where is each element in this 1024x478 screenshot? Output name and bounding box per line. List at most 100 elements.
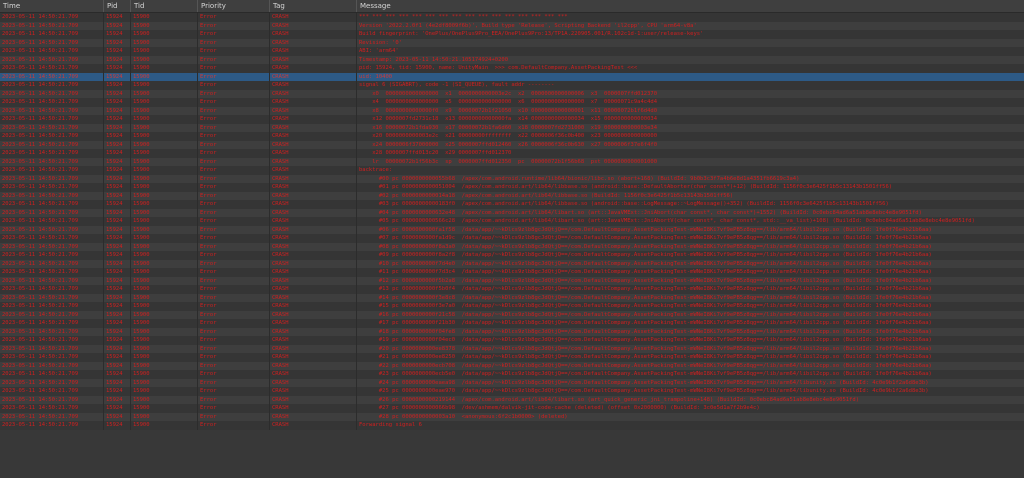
log-row[interactable]: 2023-05-11 14:50:21.709 15924 15900 Error CR… [0, 98, 1024, 107]
log-row[interactable]: 2023-05-11 14:50:21.709 15924 15900 Error CR… [0, 285, 1024, 294]
time-cell: 2023-05-11 14:50:21.709 [0, 30, 104, 39]
column-header-tid[interactable]: Tid [131, 0, 198, 12]
tid-cell: 15900 [131, 370, 198, 379]
log-row[interactable]: 2023-05-11 14:50:21.709 15924 15900 Error CR… [0, 353, 1024, 362]
log-row[interactable]: 2023-05-11 14:50:21.709 15924 15900 Error CR… [0, 378, 1024, 387]
priority-cell: Error [198, 285, 270, 294]
log-row[interactable]: 2023-05-11 14:50:21.709 15924 15900 Error CR… [0, 361, 1024, 370]
tag-cell: CRASH [270, 361, 357, 370]
tag-cell: CRASH [270, 251, 357, 260]
log-row[interactable]: 2023-05-11 14:50:21.709 15924 15900 Error CR… [0, 251, 1024, 260]
tag-cell: CRASH [270, 404, 357, 413]
tag-cell: CRASH [270, 38, 357, 47]
log-row[interactable]: 2023-05-11 14:50:21.709 15924 15900 Error CR… [0, 234, 1024, 243]
pid-cell: 15924 [104, 259, 131, 268]
time-cell: 2023-05-11 14:50:21.709 [0, 72, 104, 81]
log-row[interactable]: 2023-05-11 14:50:21.709 15924 15900 Error CR… [0, 268, 1024, 277]
tid-cell: 15900 [131, 183, 198, 192]
priority-cell: Error [198, 225, 270, 234]
pid-cell: 15924 [104, 217, 131, 226]
log-row[interactable]: 2023-05-11 14:50:21.709 15924 15900 Error CR… [0, 38, 1024, 47]
logcat-window: Time Pid Tid Priority Tag Message 2023-0… [0, 0, 1024, 478]
tag-cell: CRASH [270, 285, 357, 294]
column-header-message[interactable]: Message [357, 0, 1024, 12]
priority-cell: Error [198, 378, 270, 387]
time-cell: 2023-05-11 14:50:21.709 [0, 81, 104, 90]
time-cell: 2023-05-11 14:50:21.709 [0, 259, 104, 268]
log-row[interactable]: 2023-05-11 14:50:21.709 15924 15900 Error CR… [0, 225, 1024, 234]
pid-cell: 15924 [104, 378, 131, 387]
log-row[interactable]: 2023-05-11 14:50:21.709 15924 15900 Error CR… [0, 421, 1024, 430]
message-cell: x20 0000000000003e2c x21 00000000fffffff… [359, 133, 658, 139]
tid-cell: 15900 [131, 64, 198, 73]
tid-cell: 15900 [131, 47, 198, 56]
priority-cell: Error [198, 98, 270, 107]
tid-cell: 15900 [131, 259, 198, 268]
log-row[interactable]: 2023-05-11 14:50:21.709 15924 15900 Error CR… [0, 21, 1024, 30]
log-row[interactable]: 2023-05-11 14:50:21.709 15924 15900 Error CR… [0, 47, 1024, 56]
log-row[interactable]: 2023-05-11 14:50:21.709 15924 15900 Error CR… [0, 13, 1024, 22]
log-row[interactable]: 2023-05-11 14:50:21.709 15924 15900 Error CR… [0, 191, 1024, 200]
log-row[interactable]: 2023-05-11 14:50:21.709 15924 15900 Error CR… [0, 293, 1024, 302]
log-row[interactable]: 2023-05-11 14:50:21.709 15924 15900 Error CR… [0, 344, 1024, 353]
message-cell: #02 pc 0000000000014a18 /apex/com.androi… [359, 192, 734, 199]
log-row[interactable]: 2023-05-11 14:50:21.709 15924 15900 Error CR… [0, 327, 1024, 336]
priority-cell: Error [198, 115, 270, 124]
message-cell: #18 pc 0000000000f04fe8 /data/app/~~kDlc… [359, 328, 932, 335]
priority-cell: Error [198, 106, 270, 115]
log-row[interactable]: 2023-05-11 14:50:21.709 15924 15900 Error CR… [0, 310, 1024, 319]
message-cell: #06 pc 0000000000fa1f58 /data/app/~~kDlc… [359, 226, 932, 233]
tag-cell: CRASH [270, 55, 357, 64]
tag-cell: CRASH [270, 47, 357, 56]
log-row[interactable]: 2023-05-11 14:50:21.709 15924 15900 Error CR… [0, 387, 1024, 396]
pid-cell: 15924 [104, 395, 131, 404]
priority-cell: Error [198, 421, 270, 430]
column-header-pid[interactable]: Pid [104, 0, 131, 12]
message-cell: #16 pc 0000000000f21c58 /data/app/~~kDlc… [359, 311, 932, 318]
log-row[interactable]: 2023-05-11 14:50:21.709 15924 15900 Error CR… [0, 183, 1024, 192]
log-row[interactable]: 2023-05-11 14:50:21.709 15924 15900 Error CR… [0, 395, 1024, 404]
priority-cell: Error [198, 183, 270, 192]
log-row[interactable]: 2023-05-11 14:50:21.709 15924 15900 Error CR… [0, 276, 1024, 285]
log-row[interactable]: 2023-05-11 14:50:21.709 15924 15900 Error CR… [0, 302, 1024, 311]
log-row[interactable]: 2023-05-11 14:50:21.709 15924 15900 Error CR… [0, 115, 1024, 124]
pid-cell: 15924 [104, 123, 131, 132]
log-row[interactable]: 2023-05-11 14:50:21.709 15924 15900 Error CR… [0, 89, 1024, 98]
time-cell: 2023-05-11 14:50:21.709 [0, 302, 104, 311]
log-row[interactable]: 2023-05-11 14:50:21.709 15924 15900 Error CR… [0, 30, 1024, 39]
log-row[interactable]: 2023-05-11 14:50:21.709 15924 15900 Error CR… [0, 157, 1024, 166]
time-cell: 2023-05-11 14:50:21.709 [0, 38, 104, 47]
log-row[interactable]: 2023-05-11 14:50:21.709 15924 15900 Error CR… [0, 55, 1024, 64]
log-row[interactable]: 2023-05-11 14:50:21.709 15924 15900 Error CR… [0, 336, 1024, 345]
time-cell: 2023-05-11 14:50:21.709 [0, 285, 104, 294]
tid-cell: 15900 [131, 30, 198, 39]
log-row[interactable]: 2023-05-11 14:50:21.709 15924 15900 Error CR… [0, 106, 1024, 115]
column-header-priority[interactable]: Priority [198, 0, 270, 12]
log-row[interactable]: 2023-05-11 14:50:21.709 15924 15900 Error CR… [0, 319, 1024, 328]
log-row[interactable]: 2023-05-11 14:50:21.709 15924 15900 Error CR… [0, 149, 1024, 158]
column-header-tag[interactable]: Tag [270, 0, 357, 12]
tid-cell: 15900 [131, 191, 198, 200]
log-row[interactable]: 2023-05-11 14:50:21.709 15924 15900 Error CR… [0, 370, 1024, 379]
tid-cell: 15900 [131, 98, 198, 107]
log-row[interactable]: 2023-05-11 14:50:21.709 15924 15900 Error CR… [0, 259, 1024, 268]
log-row[interactable]: 2023-05-11 14:50:21.709 15924 15900 Error CR… [0, 200, 1024, 209]
time-cell: 2023-05-11 14:50:21.709 [0, 242, 104, 251]
log-row[interactable]: 2023-05-11 14:50:21.709 15924 15900 Error CR… [0, 72, 1024, 81]
column-header-time[interactable]: Time [0, 0, 104, 12]
log-row[interactable]: 2023-05-11 14:50:21.709 15924 15900 Error CR… [0, 404, 1024, 413]
time-cell: 2023-05-11 14:50:21.709 [0, 310, 104, 319]
log-row[interactable]: 2023-05-11 14:50:21.709 15924 15900 Error CR… [0, 242, 1024, 251]
log-row[interactable]: 2023-05-11 14:50:21.709 15924 15900 Error CR… [0, 140, 1024, 149]
log-row[interactable]: 2023-05-11 14:50:21.709 15924 15900 Error CR… [0, 166, 1024, 175]
log-row[interactable]: 2023-05-11 14:50:21.709 15924 15900 Error CR… [0, 132, 1024, 141]
log-row[interactable]: 2023-05-11 14:50:21.709 15924 15900 Error CR… [0, 208, 1024, 217]
log-row[interactable]: 2023-05-11 14:50:21.709 15924 15900 Error CR… [0, 81, 1024, 90]
log-row[interactable]: 2023-05-11 14:50:21.709 15924 15900 Error CR… [0, 64, 1024, 73]
log-row[interactable]: 2023-05-11 14:50:21.709 15924 15900 Error CR… [0, 174, 1024, 183]
pid-cell: 15924 [104, 13, 131, 22]
log-row[interactable]: 2023-05-11 14:50:21.709 15924 15900 Error CR… [0, 123, 1024, 132]
log-row[interactable]: 2023-05-11 14:50:21.709 15924 15900 Error CR… [0, 217, 1024, 226]
priority-cell: Error [198, 140, 270, 149]
log-row[interactable]: 2023-05-11 14:50:21.709 15924 15900 Error CR… [0, 412, 1024, 421]
